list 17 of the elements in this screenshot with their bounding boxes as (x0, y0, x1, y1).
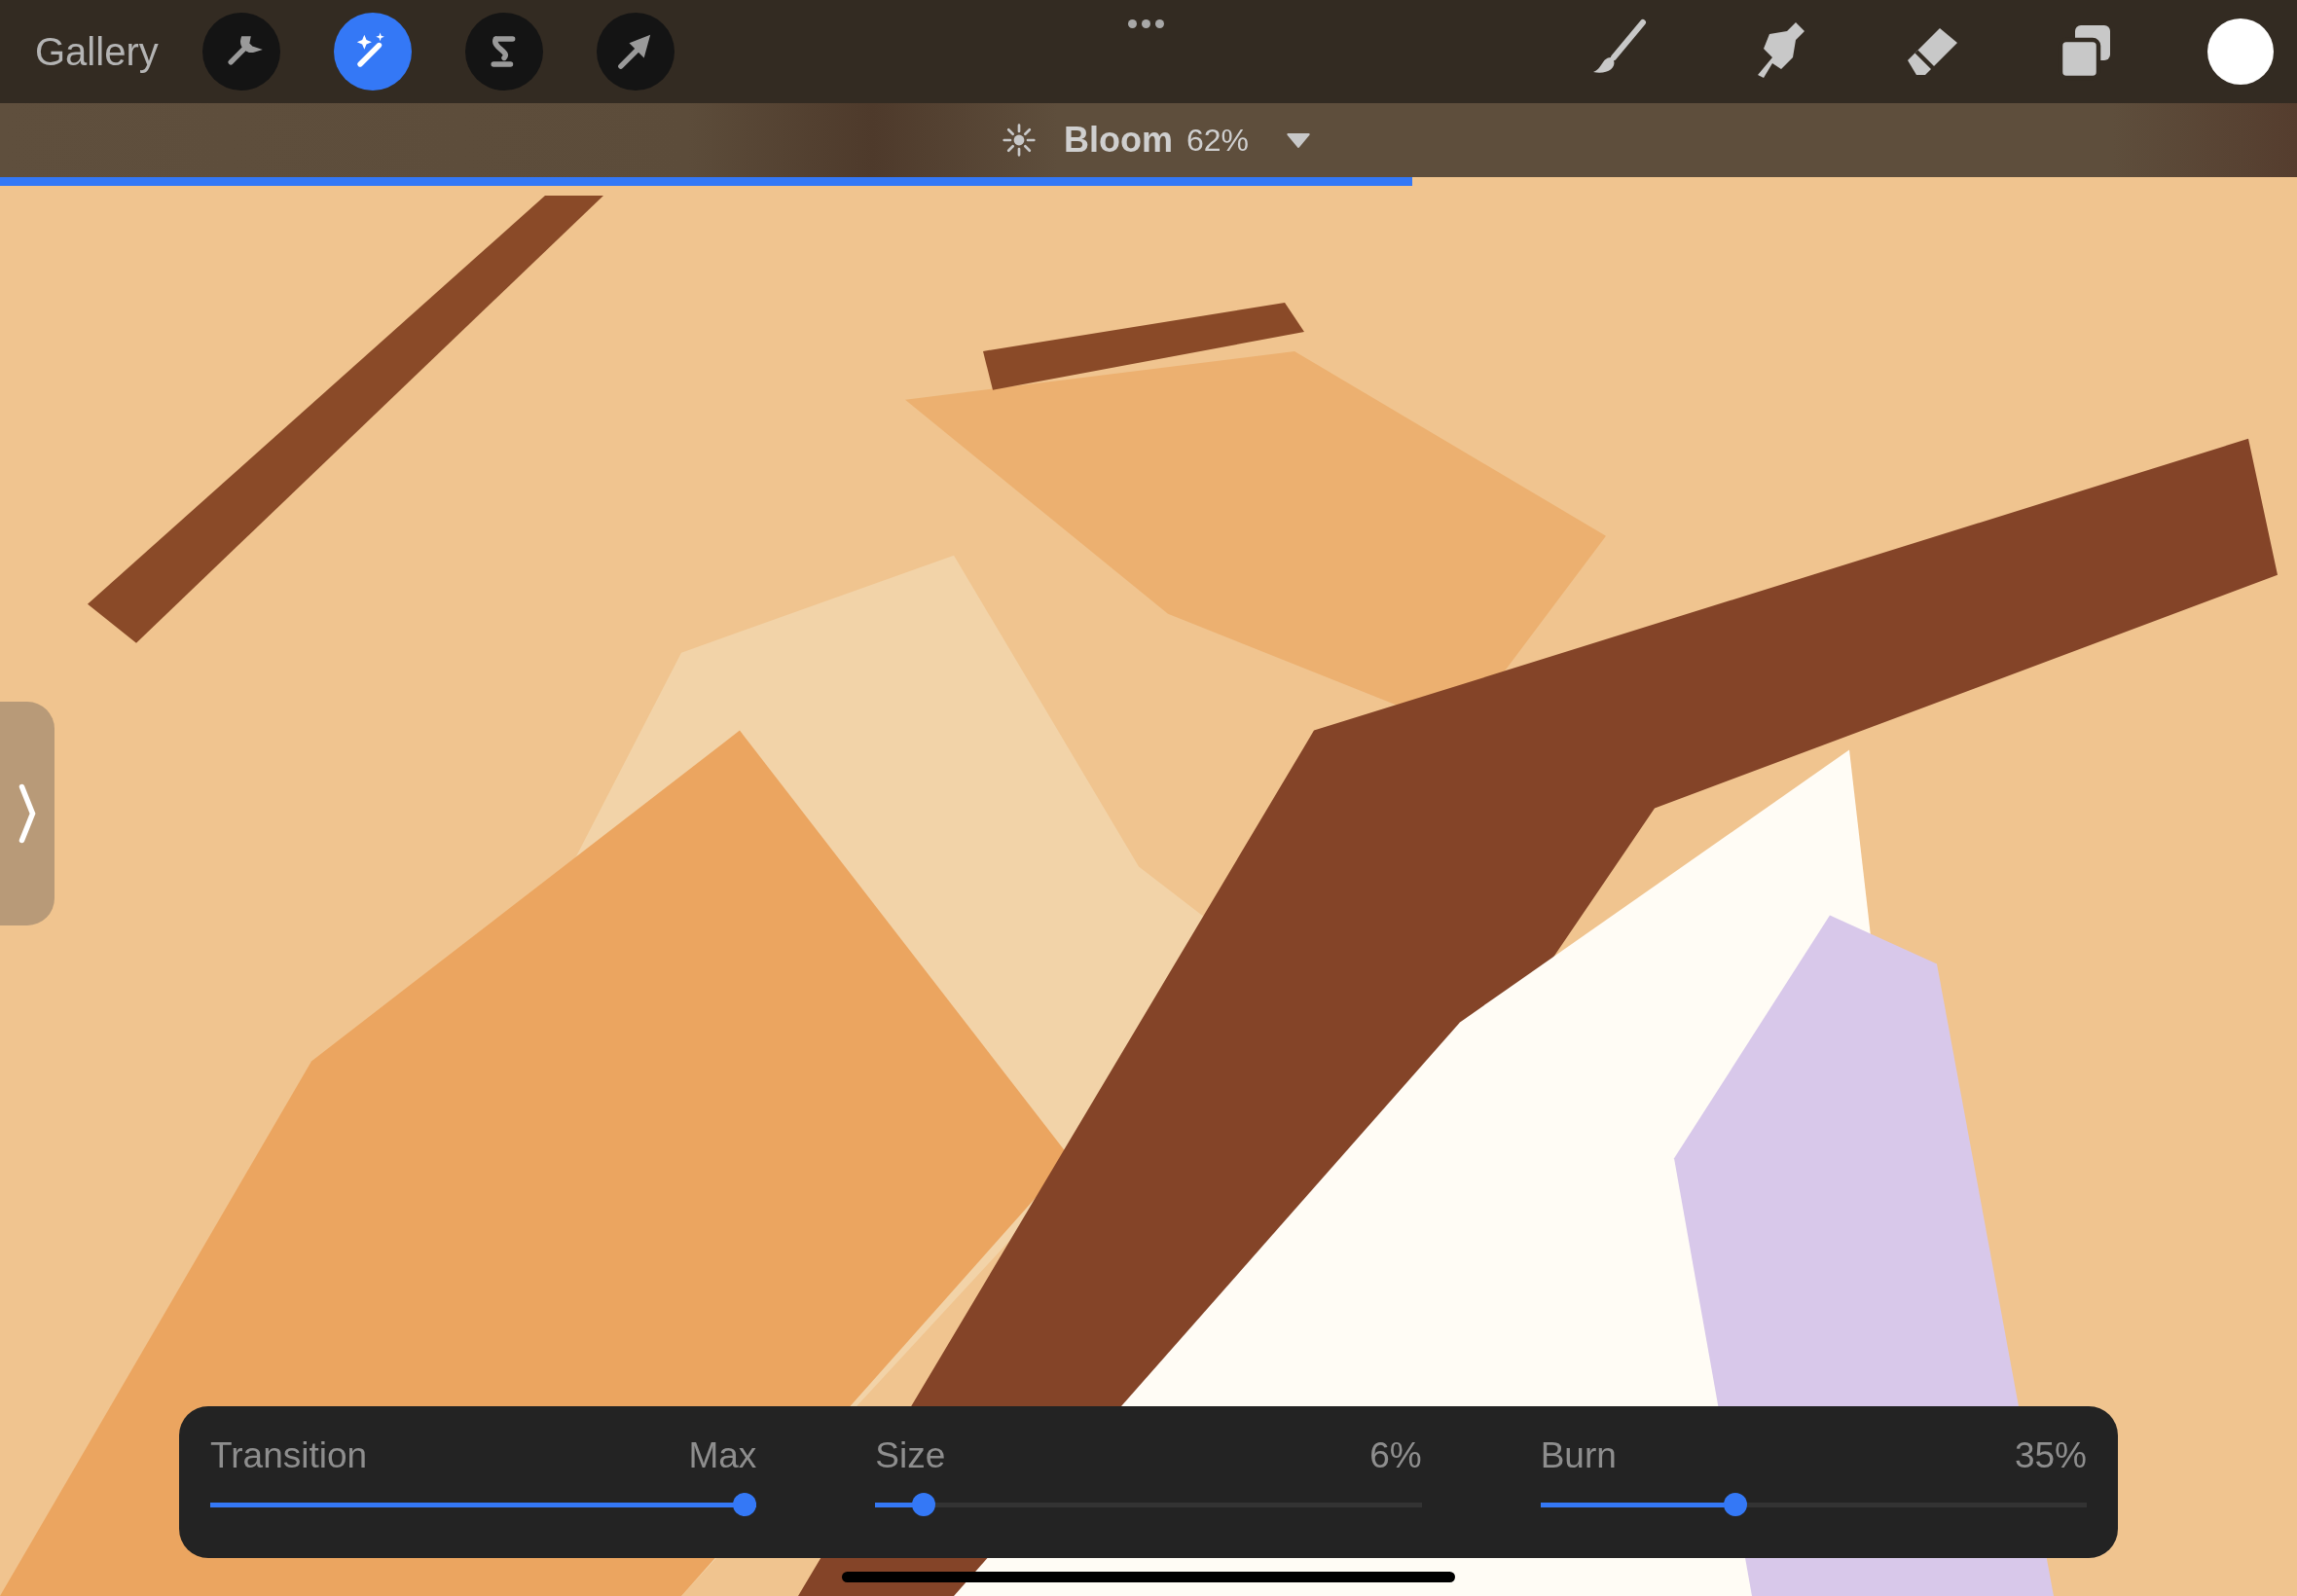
adjustment-name: Bloom (1063, 120, 1173, 161)
slider-label: Burn (1540, 1435, 1617, 1476)
slider-label: Transition (210, 1435, 368, 1476)
sun-icon (1001, 123, 1037, 158)
slider-value: 35% (2014, 1435, 2087, 1476)
slider-value: Max (688, 1435, 757, 1476)
adjustment-value: 62% (1185, 122, 1249, 159)
sidebar-toggle[interactable] (0, 702, 55, 925)
slider-label: Size (875, 1435, 946, 1476)
gallery-button[interactable]: Gallery (35, 29, 159, 74)
chevron-icon (17, 781, 38, 846)
more-icon[interactable] (1126, 18, 1166, 30)
slider-thumb[interactable] (911, 1493, 935, 1516)
dropdown-icon[interactable] (1286, 131, 1311, 149)
slider-thumb[interactable] (1723, 1493, 1747, 1516)
slider-value: 6% (1369, 1435, 1422, 1476)
slider-thumb[interactable] (733, 1493, 757, 1516)
